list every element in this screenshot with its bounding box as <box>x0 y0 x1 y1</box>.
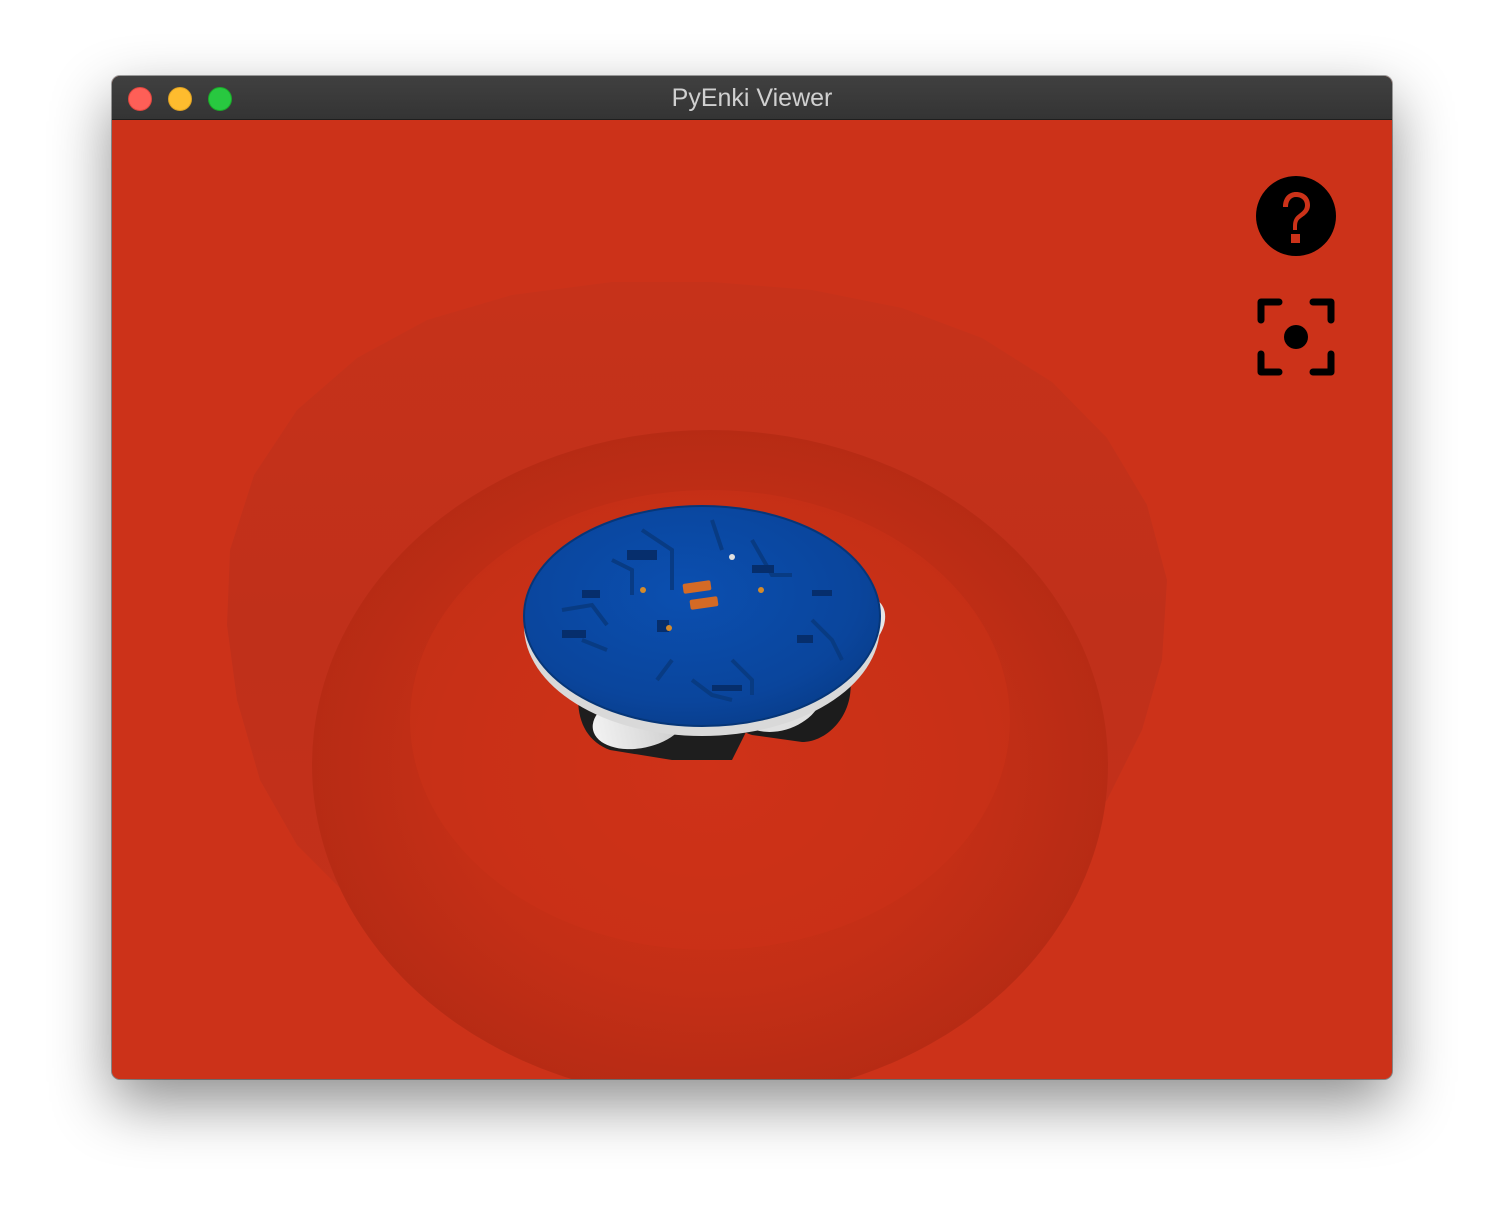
3d-viewport[interactable] <box>112 120 1392 1079</box>
help-button[interactable] <box>1255 175 1337 257</box>
camera-focus-icon <box>1257 298 1335 376</box>
help-circle-icon <box>1256 176 1336 256</box>
title-bar[interactable]: PyEnki Viewer <box>112 76 1392 120</box>
app-window: PyEnki Viewer <box>112 76 1392 1079</box>
window-title: PyEnki Viewer <box>671 84 833 112</box>
camera-reset-button[interactable] <box>1257 298 1335 376</box>
arena-scene <box>227 282 1167 1079</box>
